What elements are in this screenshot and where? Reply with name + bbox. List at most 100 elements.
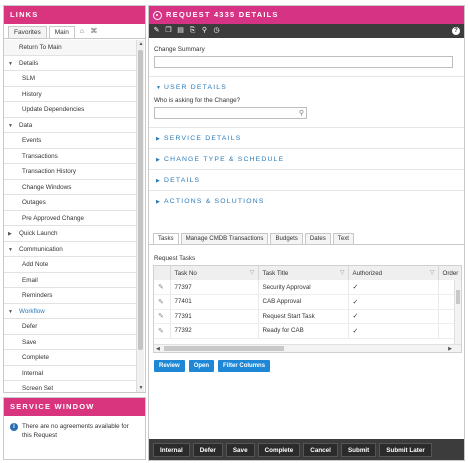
defer-button[interactable]: Defer [192, 442, 223, 457]
link-item-transaction-history[interactable]: Transaction History [4, 164, 137, 180]
authorized-cell[interactable]: ✓ [348, 309, 439, 324]
pin-icon[interactable]: ✎ [153, 24, 160, 38]
caret-right-icon[interactable]: ▶ [8, 227, 19, 243]
section-details[interactable]: ▶ DETAILS [149, 169, 464, 190]
link-item-save[interactable]: Save [4, 335, 137, 350]
tab-favorites[interactable]: Favorites [8, 26, 47, 38]
filter-icon[interactable]: ▽ [340, 269, 345, 276]
caret-down-icon[interactable]: ▼ [8, 119, 19, 135]
authorized-cell[interactable]: ✓ [348, 280, 439, 295]
table-row[interactable]: ✎ 77401 CAB Approval ✓ [154, 294, 461, 310]
link-item-quick-launch[interactable]: ▶ Quick Launch [4, 226, 137, 242]
checkmark-icon[interactable]: ✓ [353, 284, 359, 291]
edit-cell[interactable]: ✎ [154, 294, 171, 310]
link-item-workflow[interactable]: ▼ Workflow [4, 304, 137, 321]
link-item-change-windows[interactable]: Change Windows [4, 180, 137, 195]
tab-text[interactable]: Text [332, 233, 354, 244]
section-user-details[interactable]: ▼ USER DETAILS [149, 76, 464, 97]
link-item-communication[interactable]: ▼ Communication [4, 242, 137, 259]
search-icon[interactable]: ⚲ [299, 109, 304, 117]
pencil-icon[interactable]: ✎ [158, 284, 164, 291]
link-icon[interactable]: ⚲ [201, 24, 208, 38]
change-summary-input[interactable] [154, 56, 453, 68]
grid-header-task-title[interactable]: Task Title ▽ [258, 266, 349, 280]
table-row[interactable]: ✎ 77397 Security Approval ✓ [154, 280, 461, 295]
table-row[interactable]: ✎ 77392 Ready for CAB ✓ [154, 323, 461, 339]
filter-icon[interactable]: ▽ [250, 269, 255, 276]
caret-down-icon[interactable]: ▼ [8, 243, 19, 259]
link-item-email[interactable]: Email [4, 273, 137, 288]
open-button[interactable]: Open [188, 360, 215, 372]
tab-main[interactable]: Main [48, 26, 75, 38]
filter-icon[interactable]: ▽ [430, 269, 435, 276]
link-item-complete[interactable]: Complete [4, 350, 137, 366]
link-item-defer[interactable]: Defer [4, 319, 137, 335]
link-item-screen-set[interactable]: Screen Set [4, 381, 137, 392]
pencil-icon[interactable]: ✎ [158, 313, 164, 320]
checkmark-icon[interactable]: ✓ [353, 313, 359, 320]
authorized-cell[interactable]: ✓ [348, 323, 439, 339]
link-item-outages[interactable]: Outages [4, 195, 137, 211]
link-item-history[interactable]: History [4, 87, 137, 102]
grid-header-task-no[interactable]: Task No ▽ [170, 266, 259, 280]
edit-cell[interactable]: ✎ [154, 280, 171, 295]
cancel-button[interactable]: Cancel [303, 442, 338, 457]
grid-horizontal-scrollbar[interactable]: ◀ ▶ [154, 344, 461, 352]
internal-button[interactable]: Internal [153, 442, 190, 457]
attach-icon[interactable]: ⎘ [189, 24, 196, 38]
tab-budgets[interactable]: Budgets [270, 233, 303, 244]
section-service-details[interactable]: ▶ SERVICE DETAILS [149, 127, 464, 148]
link-item-pre-approved-change[interactable]: Pre Approved Change [4, 211, 137, 226]
review-button[interactable]: Review [154, 360, 185, 372]
link-item-transactions[interactable]: Transactions [4, 149, 137, 164]
pencil-icon[interactable]: ✎ [158, 328, 164, 335]
scroll-left-icon[interactable]: ◀ [156, 345, 160, 352]
section-change-type[interactable]: ▶ CHANGE TYPE & SCHEDULE [149, 148, 464, 169]
checkmark-icon[interactable]: ✓ [353, 328, 359, 335]
history-icon[interactable]: ◷ [213, 24, 220, 38]
tab-cmdb-transactions[interactable]: Manage CMDB Transactions [180, 233, 269, 244]
link-item-label: History [22, 90, 42, 98]
links-scrollbar[interactable]: ▲ ▼ [136, 40, 144, 392]
link-item-slm[interactable]: SLM [4, 71, 137, 87]
pencil-icon[interactable]: ✎ [158, 299, 164, 306]
tab-tasks[interactable]: Tasks [153, 233, 179, 244]
table-row[interactable]: ✎ 77391 Request Start Task ✓ [154, 309, 461, 324]
submit-button[interactable]: Submit [340, 442, 377, 457]
section-actions[interactable]: ▶ ACTIONS & SOLUTIONS [149, 190, 464, 211]
copy-icon[interactable]: ❐ [165, 24, 172, 38]
grid-header-authorized[interactable]: Authorized ▽ [348, 266, 439, 280]
who-search-input[interactable]: ⚲ [154, 107, 307, 119]
grid-header-order[interactable]: Order [438, 266, 461, 280]
caret-down-icon[interactable]: ▼ [8, 305, 19, 321]
checkmark-icon[interactable]: ✓ [353, 299, 359, 306]
link-item-reminders[interactable]: Reminders [4, 288, 137, 304]
sitemap-icon[interactable]: ⌘ [89, 26, 99, 38]
link-item-data[interactable]: ▼ Data [4, 118, 137, 135]
grid-hscroll-thumb[interactable] [164, 346, 284, 351]
home-icon[interactable]: ⌂ [77, 26, 87, 38]
edit-cell[interactable]: ✎ [154, 309, 171, 324]
scroll-thumb[interactable] [138, 50, 143, 350]
link-item-add-note[interactable]: Add Note [4, 257, 137, 273]
link-item-internal[interactable]: Internal [4, 366, 137, 381]
grid-vertical-scrollbar[interactable] [454, 280, 461, 344]
print-icon[interactable]: ▤ [177, 24, 184, 38]
scroll-down-icon[interactable]: ▼ [137, 384, 145, 392]
link-item-return-to-main[interactable]: Return To Main [4, 40, 137, 56]
link-item-update-dependencies[interactable]: Update Dependencies [4, 102, 137, 118]
filter-columns-button[interactable]: Filter Columns [218, 360, 271, 372]
authorized-cell[interactable]: ✓ [348, 294, 439, 310]
submit-later-button[interactable]: Submit Later [379, 442, 432, 457]
grid-vscroll-thumb[interactable] [456, 290, 460, 304]
caret-down-icon[interactable]: ▼ [8, 57, 19, 73]
tab-dates[interactable]: Dates [304, 233, 331, 244]
save-button[interactable]: Save [225, 442, 255, 457]
link-item-details[interactable]: ▼ Details [4, 56, 137, 73]
edit-cell[interactable]: ✎ [154, 323, 171, 339]
scroll-up-icon[interactable]: ▲ [137, 40, 145, 48]
link-item-events[interactable]: Events [4, 133, 137, 149]
help-icon[interactable]: ? [452, 27, 460, 35]
complete-button[interactable]: Complete [257, 442, 301, 457]
scroll-right-icon[interactable]: ▶ [448, 345, 452, 352]
